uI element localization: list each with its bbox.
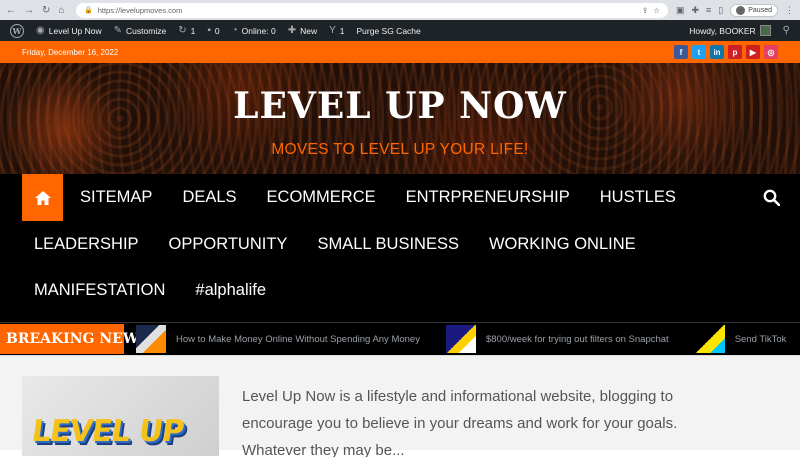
lock-icon: 🔒	[84, 7, 93, 14]
news-thumbnail	[136, 325, 166, 353]
avatar	[759, 25, 771, 36]
instagram-icon[interactable]: ◎	[764, 45, 778, 59]
customize-label: Customize	[126, 25, 167, 36]
news-item[interactable]: How to Make Money Online Without Spendin…	[136, 325, 420, 353]
brush-icon: ✎	[113, 25, 123, 36]
wordpress-icon: W	[10, 23, 24, 38]
youtube-icon[interactable]: ▶	[746, 45, 760, 59]
site-title[interactable]: LEVEL UP NOW	[0, 85, 800, 127]
nav-item-entrpreneurship[interactable]: ENTRPRENEURSHIP	[406, 188, 570, 207]
extension-icon[interactable]: ▣	[676, 5, 685, 16]
nav-item-sitemap[interactable]: SITEMAP	[80, 188, 152, 207]
purge-label: Purge SG Cache	[356, 25, 421, 36]
extensions-area: ▣ ✚ ≡ ▯ Paused ⋮	[676, 3, 794, 17]
comment-icon: ▪	[207, 25, 211, 36]
admin-search[interactable]: ⚲	[777, 25, 796, 36]
reading-list-icon[interactable]: ≡	[706, 5, 711, 15]
profile-status: Paused	[748, 6, 772, 14]
forward-icon[interactable]: →	[24, 5, 34, 16]
breaking-news-label: BREAKING NEWS	[0, 324, 149, 354]
nav-item-opportunity[interactable]: OPPORTUNITY	[169, 235, 288, 254]
facebook-icon[interactable]: f	[674, 45, 688, 59]
updates-count: 1	[190, 25, 196, 36]
wp-admin-bar: W ◉ Level Up Now ✎ Customize ↻ 1 ▪ 0 ◔ O…	[0, 20, 800, 41]
nav-item-leadership[interactable]: LEADERSHIP	[34, 235, 139, 254]
search-icon[interactable]	[763, 189, 780, 206]
nav-row-1: SITEMAP DEALS ECOMMERCE ENTRPRENEURSHIP HUST…	[22, 174, 778, 221]
puzzle-icon[interactable]: ✚	[691, 5, 699, 16]
news-title: $800/week for trying out filters on Snap…	[485, 333, 669, 345]
profile-button[interactable]: Paused	[730, 3, 778, 17]
refresh-icon: ↻	[178, 25, 187, 36]
site-tagline: MOVES TO LEVEL UP YOUR LIFE!	[271, 141, 529, 158]
yoast-count: 1	[339, 25, 345, 36]
site-name-label: Level Up Now	[48, 25, 102, 36]
news-title: How to Make Money Online Without Spendin…	[176, 333, 420, 345]
browser-nav: ← → ↻ ⌂	[6, 5, 76, 16]
url-text: https://levelupmoves.com	[97, 5, 183, 15]
featured-image: LEVEL UP	[22, 376, 219, 456]
yoast-icon: Y	[329, 25, 336, 36]
news-title: Send TikTok	[734, 333, 787, 345]
new-label: New	[300, 25, 318, 36]
home-icon[interactable]: ⌂	[58, 5, 64, 16]
linkedin-icon[interactable]: in	[710, 45, 724, 59]
nav-item-alphalife[interactable]: #alphalife	[195, 281, 266, 300]
browser-toolbar: ← → ↻ ⌂ 🔒 https://levelupmoves.com ⇪ ☆ ▣…	[0, 0, 800, 20]
twitter-icon[interactable]: t	[692, 45, 706, 59]
news-thumbnail	[445, 325, 476, 353]
plus-icon: ✚	[287, 25, 297, 36]
pinterest-icon[interactable]: p	[728, 45, 742, 59]
avatar	[736, 5, 746, 15]
customize-link[interactable]: ✎ Customize	[108, 25, 173, 36]
nav-item-deals[interactable]: DEALS	[182, 188, 236, 207]
bookmark-star-icon[interactable]: ☆	[653, 6, 660, 15]
dashboard-icon: ◉	[36, 25, 45, 36]
nav-item-hustles[interactable]: HUSTLES	[600, 188, 676, 207]
top-info-bar: Friday, December 16, 2022 f t in p ▶ ◎	[0, 41, 800, 63]
site-description: Level Up Now is a lifestyle and informat…	[242, 388, 678, 457]
comments-link[interactable]: ▪ 0	[201, 25, 225, 36]
news-ticker: How to Make Money Online Without Spendin…	[136, 325, 800, 353]
purge-cache-button[interactable]: Purge SG Cache	[351, 26, 427, 36]
nav-row-3: MANIFESTATION #alphalife	[22, 267, 778, 313]
reload-icon[interactable]: ↻	[42, 5, 50, 16]
online-label: Online: 0	[241, 25, 276, 36]
nav-row-2: LEADERSHIP OPPORTUNITY SMALL BUSINESS WORKI…	[22, 221, 778, 267]
account-menu[interactable]: Howdy, BOOKER	[683, 25, 776, 36]
clock-icon: ◔	[231, 25, 238, 36]
nav-item-working-online[interactable]: WORKING ONLINE	[489, 235, 636, 254]
back-icon[interactable]: ←	[6, 5, 16, 16]
comments-count: 0	[214, 25, 220, 36]
wp-logo-menu[interactable]: W	[4, 23, 30, 38]
new-content-menu[interactable]: ✚ New	[282, 25, 323, 36]
howdy-label: Howdy, BOOKER	[689, 25, 756, 36]
site-header: LEVEL UP NOW MOVES TO LEVEL UP YOUR LIFE…	[0, 63, 800, 174]
online-users[interactable]: ◔ Online: 0	[226, 25, 282, 36]
news-item[interactable]: $800/week for trying out filters on Snap…	[445, 325, 669, 353]
share-icon[interactable]: ⇪	[642, 6, 648, 15]
updates-link[interactable]: ↻ 1	[172, 25, 201, 36]
nav-item-manifestation[interactable]: MANIFESTATION	[34, 281, 165, 300]
nav-item-ecommerce[interactable]: ECOMMERCE	[267, 188, 376, 207]
nav-item-small-business[interactable]: SMALL BUSINESS	[317, 235, 459, 254]
home-icon	[34, 190, 51, 205]
intro-section: LEVEL UP Level Up Now is a lifestyle and…	[0, 355, 800, 457]
yoast-menu[interactable]: Y 1	[323, 25, 350, 36]
home-button[interactable]	[22, 174, 63, 221]
news-item[interactable]: Send TikTok	[694, 325, 787, 353]
breaking-news-bar: BREAKING NEWS How to Make Money Online W…	[0, 322, 800, 355]
site-name-menu[interactable]: ◉ Level Up Now	[30, 25, 108, 36]
side-panel-icon[interactable]: ▯	[718, 5, 723, 16]
current-date: Friday, December 16, 2022	[22, 47, 119, 57]
address-bar[interactable]: 🔒 https://levelupmoves.com ⇪ ☆	[76, 2, 668, 18]
social-links: f t in p ▶ ◎	[674, 45, 778, 59]
main-navigation: SITEMAP DEALS ECOMMERCE ENTRPRENEURSHIP HUST…	[0, 174, 800, 322]
level-up-logo: LEVEL UP	[29, 414, 186, 449]
search-icon: ⚲	[782, 25, 790, 36]
news-thumbnail	[694, 325, 725, 353]
menu-kebab-icon[interactable]: ⋮	[785, 5, 794, 16]
